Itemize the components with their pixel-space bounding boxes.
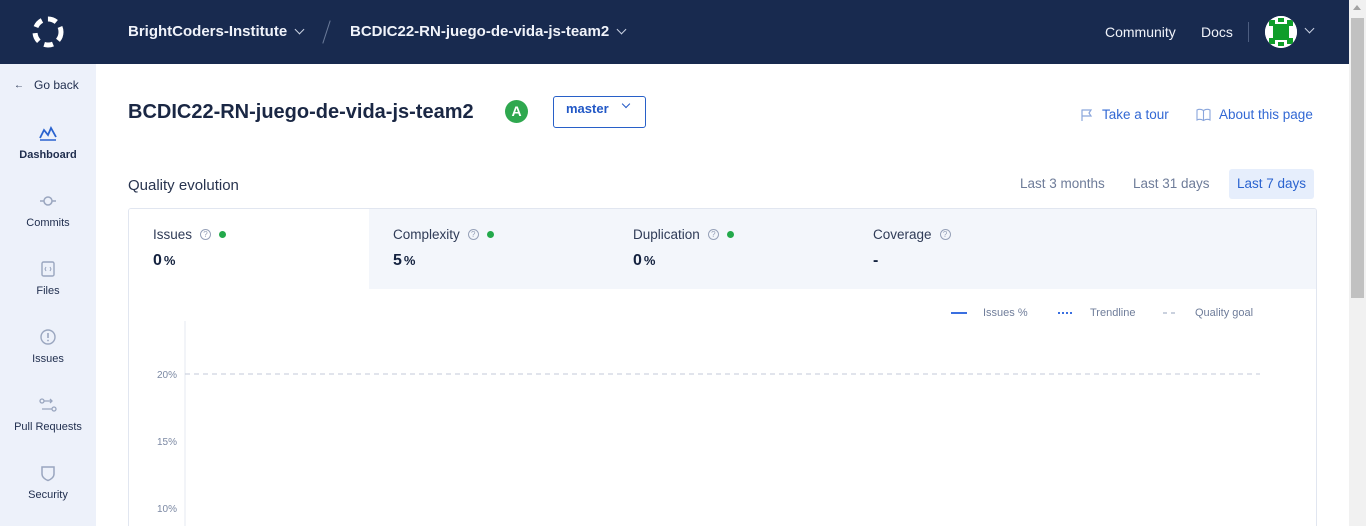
scroll-up-arrow-icon[interactable] [1353,5,1361,10]
range-last-7-days[interactable]: Last 7 days [1229,169,1315,199]
metric-name: Complexity [393,227,460,242]
sidebar-item-label: Security [28,489,68,501]
sidebar-item-commits[interactable]: Commits [0,192,96,229]
flag-icon [1081,108,1093,121]
top-navigation-bar: BrightCoders-Institute BCDIC22-RN-juego-… [0,0,1349,64]
sidebar-item-security[interactable]: Security [0,464,96,501]
status-dot [486,231,494,238]
repository-name: BCDIC22-RN-juego-de-vida-js-team2 [350,23,610,40]
metric-tab-coverage[interactable]: Coverage ? - [849,209,1089,289]
codacy-logo-icon[interactable] [30,14,66,50]
go-back-link[interactable]: ← Go back [14,78,79,92]
metric-tab-duplication[interactable]: Duplication ? 0% [609,209,849,289]
about-page-label: About this page [1219,107,1313,122]
breadcrumb-separator [322,20,331,44]
sidebar-item-label: Commits [26,217,70,229]
book-icon [1196,108,1211,121]
metric-value: 0 [633,252,642,269]
range-last-31-days[interactable]: Last 31 days [1125,169,1218,199]
header-divider [1248,22,1249,42]
grade-badge: A [505,100,528,123]
branch-selector[interactable]: master [553,96,646,128]
sidebar-item-dashboard[interactable]: Dashboard [0,124,96,161]
repository-selector[interactable]: BCDIC22-RN-juego-de-vida-js-team2 [350,23,627,40]
help-icon[interactable]: ? [467,229,479,240]
vertical-scrollbar[interactable] [1349,0,1366,526]
arrow-left-icon: ← [14,79,24,91]
branch-name: master [566,101,609,116]
pull-request-icon [39,398,57,412]
metrics-tabs: Issues ? 0% Complexity ? 5% Duplication … [129,209,1316,289]
metric-value: 0 [153,252,162,269]
sidebar-item-label: Files [36,285,60,297]
issue-icon [40,329,56,345]
scrollbar-thumb[interactable] [1351,18,1364,298]
organization-selector[interactable]: BrightCoders-Institute [128,23,305,40]
help-icon[interactable]: ? [939,229,951,240]
community-link[interactable]: Community [1105,24,1176,40]
about-page-link[interactable]: About this page [1196,107,1313,122]
metric-value: - [873,252,879,269]
shield-icon [41,466,55,482]
chevron-down-icon [294,24,305,35]
file-icon [41,261,55,277]
take-tour-label: Take a tour [1102,107,1169,122]
sidebar-item-label: Dashboard [19,149,77,161]
commit-icon [40,196,56,206]
quality-evolution-title: Quality evolution [128,177,239,194]
y-tick-label: 10% [157,504,177,515]
metric-name: Issues [153,227,193,242]
page-title: BCDIC22-RN-juego-de-vida-js-team2 [128,101,474,123]
sidebar-item-files[interactable]: Files [0,260,96,297]
sidebar-item-pull-requests[interactable]: Pull Requests [0,396,96,433]
metric-name: Duplication [633,227,700,242]
y-tick-label: 20% [157,370,177,381]
user-avatar[interactable] [1265,16,1297,48]
help-icon[interactable]: ? [707,229,719,240]
status-dot [219,231,227,238]
docs-link[interactable]: Docs [1201,24,1233,40]
metric-unit: % [403,253,416,268]
sidebar-item-label: Pull Requests [14,421,82,433]
chevron-down-icon [621,99,631,109]
metric-name: Coverage [873,227,932,242]
metric-tab-issues[interactable]: Issues ? 0% [129,209,369,289]
avatar-identicon-icon [1265,16,1297,48]
metric-tab-complexity[interactable]: Complexity ? 5% [369,209,609,289]
take-tour-link[interactable]: Take a tour [1080,107,1169,122]
metric-unit: % [163,253,176,268]
metric-unit: % [643,253,656,268]
sidebar-item-label: Issues [32,353,64,365]
range-last-3-months[interactable]: Last 3 months [1012,169,1113,199]
dashboard-icon [39,125,57,141]
chevron-down-icon [616,24,627,35]
chevron-down-icon[interactable] [1304,23,1315,34]
organization-name: BrightCoders-Institute [128,23,288,40]
sidebar-item-issues[interactable]: Issues [0,328,96,365]
go-back-label: Go back [34,78,79,92]
help-icon[interactable]: ? [200,229,212,240]
metric-value: 5 [393,252,402,269]
quality-evolution-card: Issues ? 0% Complexity ? 5% Duplication … [128,208,1317,526]
y-tick-label: 15% [157,437,177,448]
quality-evolution-chart: 20% 15% 10% [157,321,1260,526]
sidebar: ← Go back Dashboard Commits Files Issues [0,64,96,526]
status-dot [726,231,734,238]
